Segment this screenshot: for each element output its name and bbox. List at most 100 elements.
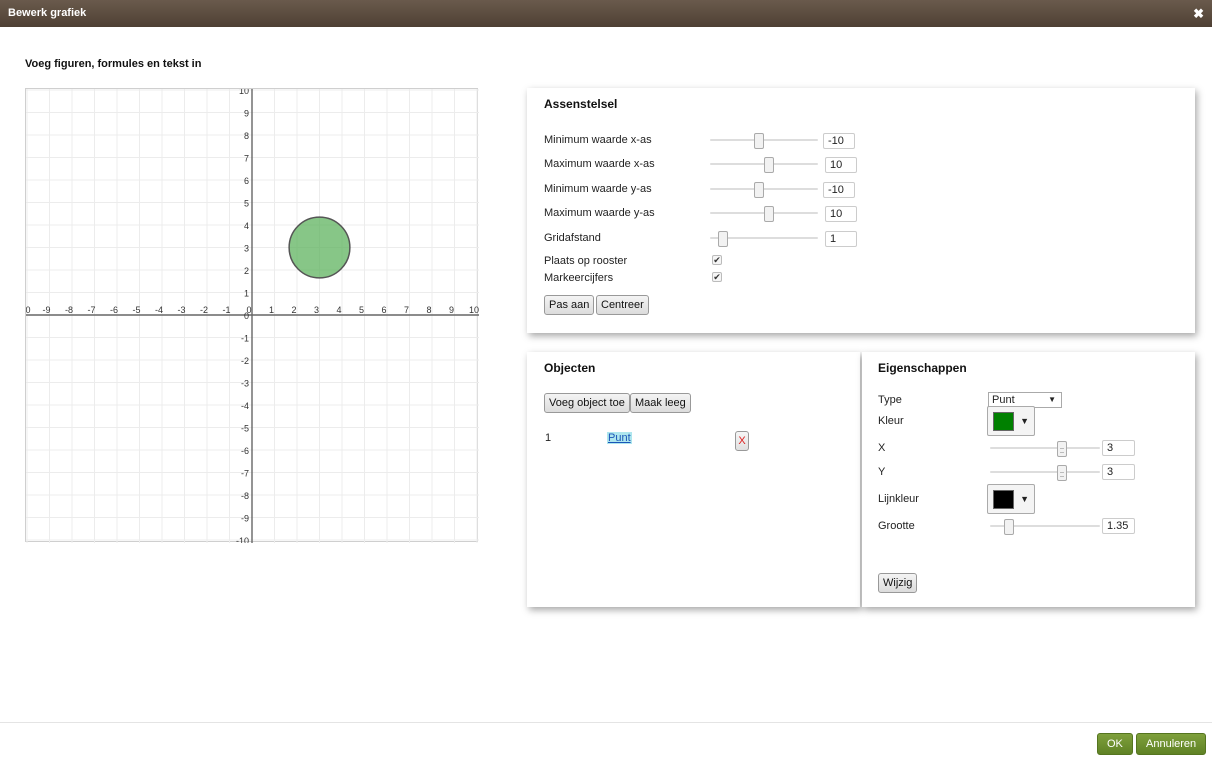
- slider-thumb[interactable]: [1003, 519, 1014, 535]
- pas-aan-button[interactable]: Pas aan: [544, 295, 595, 315]
- max-y-label: Maximum waarde y-as: [544, 207, 655, 219]
- x-tick-label: 2: [291, 305, 296, 315]
- close-icon[interactable]: ✖: [1193, 6, 1204, 22]
- slider-thumb[interactable]: [1056, 465, 1067, 481]
- y-tick-label: -3: [241, 379, 249, 389]
- max-y-input[interactable]: 10: [825, 206, 857, 222]
- y-tick-label: 2: [244, 266, 249, 276]
- annuleren-button[interactable]: Annuleren: [1136, 733, 1207, 755]
- centreer-button[interactable]: Centreer: [596, 295, 649, 315]
- min-y-label: Minimum waarde y-as: [544, 183, 652, 195]
- y-tick-label: -10: [236, 536, 249, 543]
- x-tick-label: 10: [469, 305, 479, 315]
- slider-track: [990, 471, 1100, 473]
- x-slider[interactable]: [990, 441, 1100, 457]
- y-tick-label: -2: [241, 356, 249, 366]
- x-tick-label: -7: [87, 305, 95, 315]
- lijnkleur-swatch: [993, 490, 1014, 509]
- kleur-color-picker[interactable]: ▼: [987, 406, 1035, 436]
- max-x-label: Maximum waarde x-as: [544, 158, 655, 170]
- x-tick-label: 9: [449, 305, 454, 315]
- x-label: X: [878, 442, 886, 454]
- x-tick-label: -8: [65, 305, 73, 315]
- clear-objects-button[interactable]: Maak leeg: [630, 393, 691, 413]
- add-object-button[interactable]: Voeg object toe: [544, 393, 630, 413]
- x-input[interactable]: 3: [1102, 440, 1135, 456]
- objecten-panel: Objecten Voeg object toe Maak leeg 1 Pun…: [527, 352, 860, 607]
- x-tick-label: -9: [42, 305, 50, 315]
- y-tick-label: 4: [244, 221, 249, 231]
- eigenschappen-heading: Eigenschappen: [878, 361, 967, 375]
- gridafstand-label: Gridafstand: [544, 232, 601, 244]
- lijnkleur-color-picker[interactable]: ▼: [987, 484, 1035, 514]
- chevron-down-icon: ▼: [1048, 395, 1056, 404]
- x-tick-label: -4: [155, 305, 163, 315]
- max-x-slider[interactable]: [710, 157, 818, 173]
- y-slider[interactable]: [990, 465, 1100, 481]
- delete-object-button[interactable]: X: [735, 431, 749, 451]
- grootte-slider[interactable]: [990, 519, 1100, 535]
- slider-track: [710, 139, 818, 141]
- grootte-input[interactable]: 1.35: [1102, 518, 1135, 534]
- wijzig-button[interactable]: Wijzig: [878, 573, 918, 593]
- y-tick-label: 5: [244, 199, 249, 209]
- type-select-value: Punt: [992, 394, 1015, 406]
- y-tick-label: 6: [244, 176, 249, 186]
- object-index: 1: [545, 432, 552, 444]
- kleur-swatch: [993, 412, 1014, 431]
- y-input[interactable]: 3: [1102, 464, 1135, 480]
- type-label: Type: [878, 394, 902, 406]
- min-x-slider[interactable]: [710, 133, 818, 149]
- plaats-op-rooster-checkbox[interactable]: ✔: [712, 255, 722, 265]
- y-tick-label: -8: [241, 491, 249, 501]
- chevron-down-icon: ▼: [1020, 416, 1029, 426]
- y-tick-label: -5: [241, 424, 249, 434]
- x-tick-label: -3: [177, 305, 185, 315]
- slider-thumb[interactable]: [764, 157, 775, 173]
- x-tick-label: 7: [404, 305, 409, 315]
- min-y-input[interactable]: -10: [823, 182, 855, 198]
- x-tick-label: 3: [314, 305, 319, 315]
- max-x-input[interactable]: 10: [825, 157, 857, 173]
- slider-track: [710, 188, 818, 190]
- slider-track: [990, 447, 1100, 449]
- x-tick-label: 8: [426, 305, 431, 315]
- gridafstand-input[interactable]: 1: [825, 231, 857, 247]
- gridafstand-slider[interactable]: [710, 231, 818, 247]
- y-tick-label: 7: [244, 154, 249, 164]
- y-tick-label: -1: [241, 334, 249, 344]
- kleur-label: Kleur: [878, 415, 904, 427]
- markeercijfers-checkbox[interactable]: ✔: [712, 272, 722, 282]
- ok-button[interactable]: OK: [1097, 733, 1133, 755]
- y-tick-label: 1: [244, 289, 249, 299]
- y-tick-label: 10: [239, 89, 249, 96]
- x-tick-label: -6: [110, 305, 118, 315]
- y-tick-label: -4: [241, 401, 249, 411]
- slider-thumb[interactable]: [753, 133, 764, 149]
- eigenschappen-panel: Eigenschappen Type Punt ▼ Kleur ▼ X 3 Y …: [862, 352, 1195, 607]
- dialog-subtitle: Voeg figuren, formules en tekst in: [25, 58, 202, 70]
- graph-canvas[interactable]: -10-9-8-7-6-5-4-3-2-10123456789101098765…: [25, 88, 479, 543]
- lijnkleur-label: Lijnkleur: [878, 493, 919, 505]
- x-tick-label: -1: [222, 305, 230, 315]
- slider-thumb[interactable]: [1056, 441, 1067, 457]
- min-x-input[interactable]: -10: [823, 133, 855, 149]
- y-tick-label: 3: [244, 244, 249, 254]
- object-link-punt[interactable]: Punt: [607, 432, 632, 444]
- footer-divider: [0, 722, 1212, 723]
- graph-point-punt[interactable]: [288, 216, 351, 279]
- slider-thumb[interactable]: [717, 231, 728, 247]
- y-label: Y: [878, 466, 886, 478]
- x-tick-label: 1: [269, 305, 274, 315]
- graph-svg[interactable]: -10-9-8-7-6-5-4-3-2-10123456789101098765…: [26, 89, 479, 543]
- chevron-down-icon: ▼: [1020, 494, 1029, 504]
- max-y-slider[interactable]: [710, 206, 818, 222]
- y-tick-label: -9: [241, 514, 249, 524]
- y-tick-label: 8: [244, 131, 249, 141]
- y-tick-label: -7: [241, 469, 249, 479]
- x-tick-label: 5: [359, 305, 364, 315]
- x-tick-label: -5: [132, 305, 140, 315]
- min-y-slider[interactable]: [710, 182, 818, 198]
- slider-thumb[interactable]: [764, 206, 775, 222]
- slider-thumb[interactable]: [753, 182, 764, 198]
